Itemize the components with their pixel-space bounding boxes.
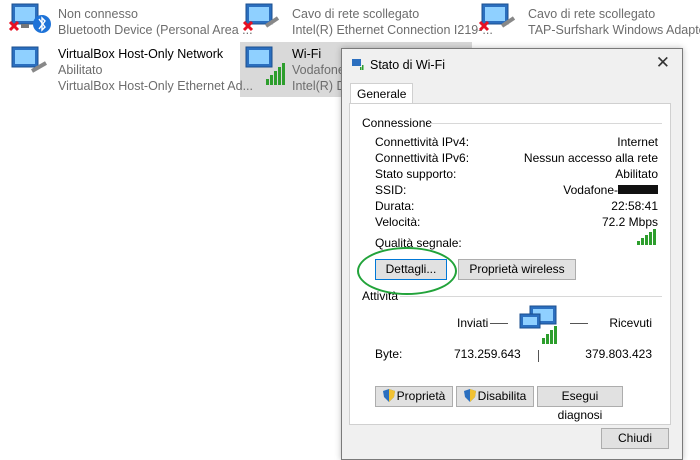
received-label: Ricevuti (609, 316, 652, 330)
connection-device: Intel(R) Ethernet Connection I219-... (292, 23, 493, 37)
close-button[interactable]: Chiudi (601, 428, 669, 449)
connection-ethernet[interactable]: Cavo di rete scollegato Intel(R) Etherne… (242, 2, 493, 50)
info-row: Durata: 22:58:41 (375, 198, 658, 214)
wifi-window-icon (352, 59, 364, 70)
connection-bluetooth[interactable]: Non connesso Bluetooth Device (Personal … (8, 2, 253, 50)
received-line (570, 323, 588, 324)
bytes-received-value: 379.803.423 (585, 347, 652, 361)
disable-label: Disabilita (477, 389, 527, 403)
info-row: Connettività IPv6: Nessun accesso alla r… (375, 150, 658, 166)
info-label: Durata: (375, 199, 415, 213)
uac-shield-icon (382, 389, 395, 402)
info-label: Connettività IPv4: (375, 135, 470, 149)
divider (400, 296, 662, 297)
info-value: Nessun accesso alla rete (523, 151, 658, 165)
connection-device: TAP-Surfshark Windows Adapter ... (528, 23, 700, 37)
wireless-properties-button[interactable]: Proprietà wireless (458, 259, 576, 280)
connection-device: VirtualBox Host-Only Ethernet Ad... (58, 79, 254, 93)
info-value: Vodafone- (563, 183, 618, 197)
divider (430, 123, 662, 124)
info-row: SSID: Vodafone- (375, 182, 658, 198)
info-value: 22:58:41 (611, 199, 658, 213)
info-value: Abilitato (615, 167, 658, 181)
info-value: 72.2 Mbps (601, 215, 658, 229)
info-row: Velocità: 72.2 Mbps (375, 214, 658, 230)
connection-group-label: Connessione (362, 116, 433, 130)
info-label: Velocità: (375, 215, 421, 229)
network-adapter-icon (8, 3, 51, 33)
connection-status: Cavo di rete scollegato (292, 7, 420, 21)
bytes-label: Byte: (375, 347, 403, 361)
connection-status: Non connesso (58, 7, 138, 21)
uac-shield-icon (463, 389, 476, 402)
close-icon[interactable]: ✕ (656, 53, 670, 73)
connection-status: Abilitato (58, 63, 103, 77)
info-label: SSID: (375, 183, 407, 197)
network-activity-icon (519, 305, 557, 344)
ethernet-adapter-icon (478, 3, 516, 32)
disable-button[interactable]: Disabilita (456, 386, 534, 407)
sent-line (490, 323, 508, 324)
connection-virtualbox[interactable]: VirtualBox Host-Only Network Abilitato V… (8, 45, 253, 93)
info-label: Stato supporto: (375, 167, 457, 181)
connection-tap-surfshark[interactable]: Cavo di rete scollegato TAP-Surfshark Wi… (478, 2, 700, 50)
info-label: Connettività IPv6: (375, 151, 470, 165)
wifi-adapter-icon (245, 46, 285, 85)
highlight-circle (357, 247, 457, 295)
sent-label: Inviati (457, 316, 489, 330)
network-adapter-icon (11, 46, 47, 73)
diagnose-button[interactable]: Esegui diagnosi (537, 386, 623, 422)
bytes-separator (538, 350, 539, 362)
connection-name: VirtualBox Host-Only Network (58, 47, 224, 61)
tab-general[interactable]: Generale (350, 83, 414, 104)
info-row: Stato supporto: Abilitato (375, 166, 658, 182)
ethernet-adapter-icon (242, 3, 280, 32)
properties-label: Proprietà (396, 389, 446, 403)
bytes-sent-value: 713.259.643 (454, 347, 521, 361)
info-row: Connettività IPv4: Internet (375, 134, 658, 150)
ssid-redaction (618, 185, 658, 194)
connection-status: Cavo di rete scollegato (528, 7, 656, 21)
signal-strength-icon (637, 229, 656, 245)
connection-device: Bluetooth Device (Personal Area ... (58, 23, 253, 37)
properties-button[interactable]: Proprietà (375, 386, 453, 407)
dialog-title: Stato di Wi-Fi (370, 58, 446, 72)
connection-wifi[interactable]: Wi-Fi Vodafone Intel(R) Du (242, 45, 352, 93)
info-value: Internet (617, 135, 658, 149)
